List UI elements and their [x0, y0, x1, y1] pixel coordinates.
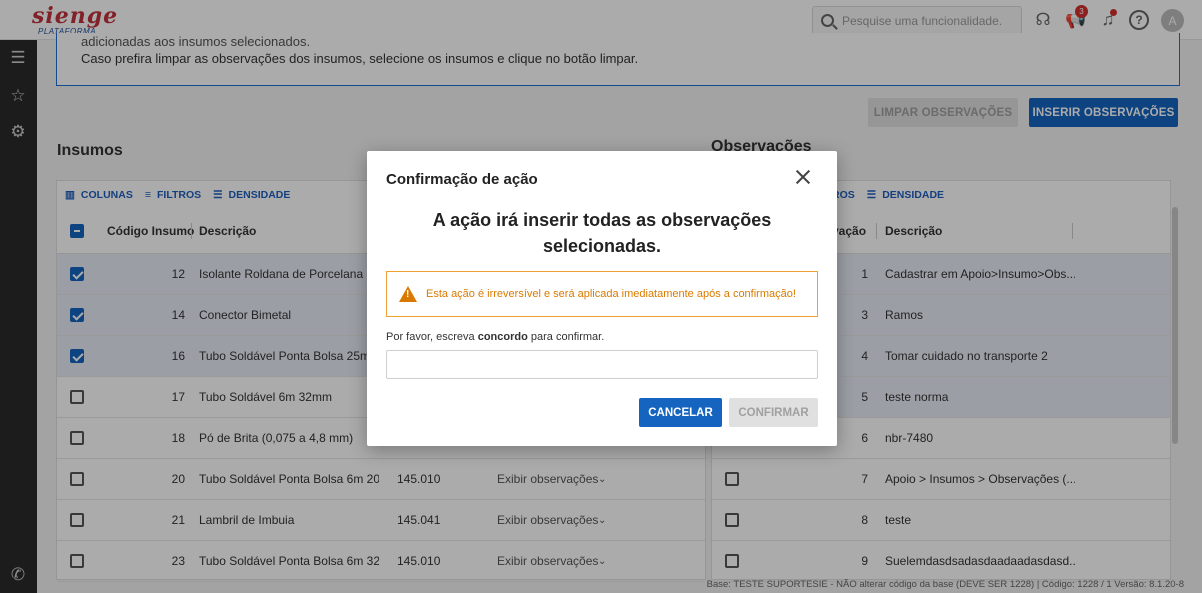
- dialog-headline: A ação irá inserir todas as observações …: [432, 210, 772, 256]
- dialog-title: Confirmação de ação: [386, 171, 538, 188]
- warning-alert: Esta ação é irreversível e será aplicada…: [386, 271, 818, 317]
- confirm-prompt: Por favor, escreva concordo para confirm…: [386, 331, 604, 343]
- close-icon[interactable]: [793, 167, 813, 187]
- confirm-text-input[interactable]: [386, 350, 818, 379]
- prompt-keyword: concordo: [477, 331, 528, 343]
- prompt-text-after: para confirmar.: [527, 331, 605, 343]
- confirm-button[interactable]: CONFIRMAR: [729, 398, 818, 427]
- warning-text: Esta ação é irreversível e será aplicada…: [426, 288, 796, 300]
- confirmation-dialog: Confirmação de ação A ação irá inserir t…: [367, 151, 837, 446]
- cancel-button[interactable]: CANCELAR: [639, 398, 722, 427]
- warning-icon: [399, 286, 417, 302]
- prompt-text-before: Por favor, escreva: [386, 331, 478, 343]
